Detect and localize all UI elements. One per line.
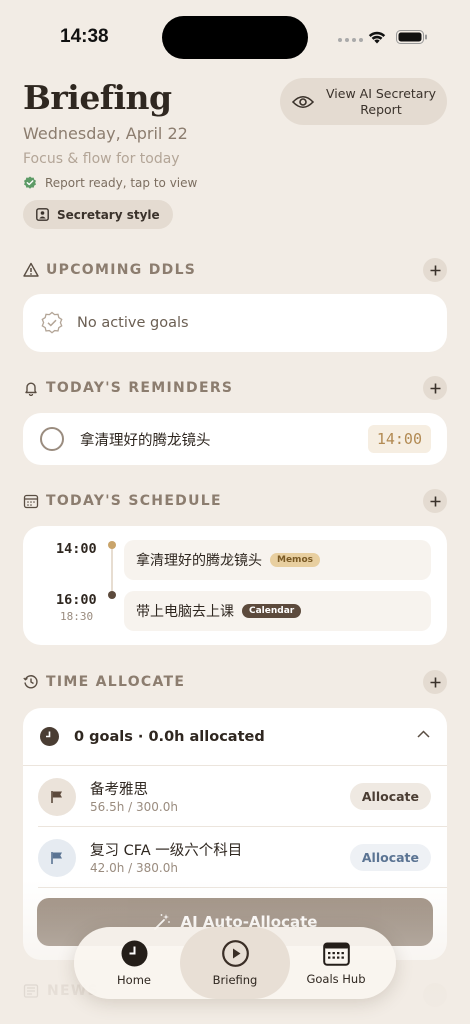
allocation-summary: 0 goals · 0.0h allocated bbox=[74, 728, 265, 745]
section-label: TODAY'S SCHEDULE bbox=[46, 493, 222, 509]
allocate-button[interactable]: Allocate bbox=[349, 783, 431, 810]
plus-icon bbox=[430, 677, 440, 687]
secretary-style-label: Secretary style bbox=[57, 207, 160, 222]
goal-hours: 42.0h / 380.0h bbox=[90, 861, 178, 875]
view-ai-report-button[interactable]: View AI Secretary Report bbox=[280, 78, 447, 125]
status-bar: 14:38 bbox=[0, 0, 470, 76]
timeline-dot bbox=[108, 541, 116, 549]
goal-row: 备考雅思 56.5h / 300.0h Allocate bbox=[38, 766, 447, 827]
reminder-text: 拿清理好的腾龙镜头 bbox=[80, 432, 211, 449]
tab-bar: Home Briefing Goals Hub bbox=[74, 927, 396, 999]
dynamic-island bbox=[162, 16, 308, 59]
page-title: Briefing bbox=[23, 78, 172, 117]
tab-label: Home bbox=[117, 972, 151, 987]
add-reminder-button[interactable] bbox=[423, 376, 447, 400]
reminders-card: 拿清理好的腾龙镜头 14:00 bbox=[23, 413, 447, 465]
timeline-dot bbox=[108, 591, 116, 599]
goal-name: 备考雅思 bbox=[90, 782, 148, 798]
section-reminders: TODAY'S REMINDERS bbox=[23, 376, 447, 400]
allocation-summary-row[interactable]: 0 goals · 0.0h allocated bbox=[23, 708, 447, 766]
plus-icon bbox=[430, 383, 440, 393]
reminder-checkbox[interactable] bbox=[40, 427, 64, 451]
view-ai-report-label: View AI Secretary Report bbox=[326, 85, 436, 117]
tab-home[interactable]: Home bbox=[84, 927, 184, 999]
signal-icon bbox=[338, 38, 363, 42]
source-tag: Memos bbox=[270, 553, 320, 567]
section-label: TODAY'S REMINDERS bbox=[46, 380, 234, 396]
report-status-label: Report ready, tap to view bbox=[45, 176, 198, 190]
bell-icon bbox=[25, 382, 37, 396]
allocate-button[interactable]: Allocate bbox=[349, 844, 431, 871]
schedule-start-time: 16:00 bbox=[56, 592, 97, 608]
flag-icon bbox=[51, 791, 62, 803]
date-label: Wednesday, April 22 bbox=[23, 124, 188, 143]
tab-label: Briefing bbox=[212, 972, 258, 987]
clock-icon bbox=[121, 940, 147, 966]
verified-check-icon bbox=[24, 176, 36, 189]
plus-icon bbox=[430, 496, 440, 506]
goal-avatar bbox=[38, 778, 76, 816]
status-time: 14:38 bbox=[60, 26, 109, 47]
schedule-event[interactable]: 拿清理好的腾龙镜头 Memos bbox=[124, 540, 431, 580]
goal-name: 复习 CFA 一级六个科目 bbox=[90, 843, 243, 859]
history-clock-icon bbox=[23, 675, 38, 689]
section-label: TIME ALLOCATE bbox=[46, 674, 186, 690]
source-tag: Calendar bbox=[242, 604, 302, 618]
add-schedule-button[interactable] bbox=[423, 489, 447, 513]
play-icon bbox=[221, 939, 249, 967]
goal-hours: 56.5h / 300.0h bbox=[90, 800, 178, 814]
tab-briefing[interactable]: Briefing bbox=[180, 927, 290, 999]
reminder-item[interactable]: 拿清理好的腾龙镜头 14:00 bbox=[23, 413, 447, 465]
warning-triangle-icon bbox=[23, 262, 39, 277]
schedule-event-title: 拿清理好的腾龙镜头 bbox=[136, 553, 262, 569]
section-upcoming-ddls: UPCOMING DDLS bbox=[23, 258, 447, 282]
ddl-empty-text: No active goals bbox=[77, 315, 189, 331]
calendar-icon bbox=[23, 494, 39, 509]
verified-badge-icon bbox=[41, 311, 63, 334]
section-label: UPCOMING DDLS bbox=[46, 262, 197, 278]
eye-icon bbox=[292, 95, 314, 108]
clock-filled-icon bbox=[40, 727, 59, 746]
focus-subtitle: Focus & flow for today bbox=[23, 151, 180, 167]
calendar-grid-icon bbox=[322, 942, 350, 966]
goal-row: 复习 CFA 一级六个科目 42.0h / 380.0h Allocate bbox=[38, 827, 447, 888]
ddl-card: No active goals bbox=[23, 294, 447, 352]
wifi-icon bbox=[368, 31, 386, 44]
add-news-button[interactable] bbox=[423, 983, 447, 1007]
reminder-time: 14:00 bbox=[367, 425, 431, 453]
flag-icon bbox=[51, 852, 62, 864]
battery-icon bbox=[396, 30, 427, 44]
goal-avatar bbox=[38, 839, 76, 877]
schedule-event-title: 带上电脑去上课 bbox=[136, 604, 234, 620]
schedule-card: 14:00 拿清理好的腾龙镜头 Memos 16:00 18:30 带上电脑去上… bbox=[23, 526, 447, 645]
chevron-up-icon[interactable] bbox=[417, 730, 430, 738]
plus-icon bbox=[430, 265, 440, 275]
schedule-end-time: 18:30 bbox=[60, 610, 94, 623]
secretary-style-chip[interactable]: Secretary style bbox=[23, 200, 173, 229]
report-status[interactable]: Report ready, tap to view bbox=[23, 176, 197, 190]
ddl-empty-state: No active goals bbox=[23, 294, 447, 352]
section-schedule: TODAY'S SCHEDULE bbox=[23, 489, 447, 513]
person-badge-icon bbox=[36, 208, 49, 221]
schedule-event[interactable]: 带上电脑去上课 Calendar bbox=[124, 591, 431, 631]
add-allocation-button[interactable] bbox=[423, 670, 447, 694]
tab-goals-hub[interactable]: Goals Hub bbox=[286, 927, 386, 999]
schedule-start-time: 14:00 bbox=[56, 541, 97, 557]
newspaper-icon bbox=[23, 984, 39, 998]
section-time-allocate: TIME ALLOCATE bbox=[23, 670, 447, 694]
add-ddl-button[interactable] bbox=[423, 258, 447, 282]
tab-label: Goals Hub bbox=[306, 971, 366, 986]
